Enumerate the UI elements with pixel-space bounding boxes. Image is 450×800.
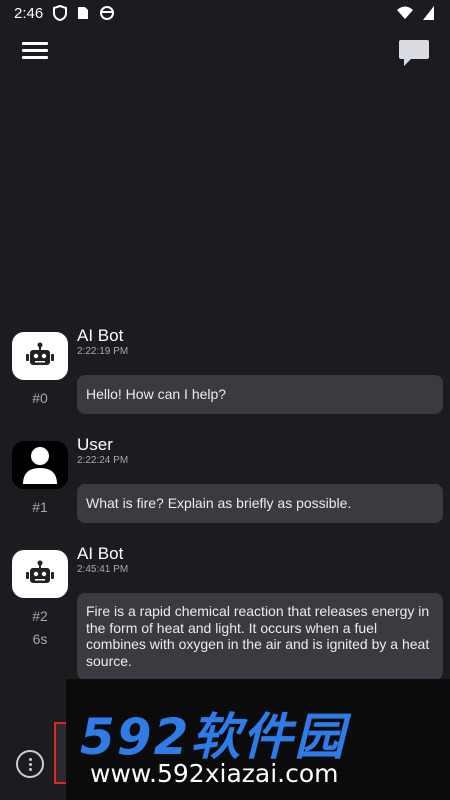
more-options-icon[interactable] <box>16 750 44 778</box>
vpn-icon <box>100 6 115 20</box>
robot-icon <box>26 342 54 365</box>
status-time: 2:46 <box>14 4 44 22</box>
user-avatar <box>12 441 68 489</box>
sim-card-icon <box>78 7 89 19</box>
hamburger-menu-icon[interactable] <box>22 42 48 62</box>
person-icon <box>23 447 57 484</box>
message-time: 2:45:41 PM <box>77 564 129 575</box>
watermark-banner: 592软件园 www.592xiazai.com <box>66 679 450 800</box>
message-bubble[interactable]: What is fire? Explain as briefly as poss… <box>77 484 443 523</box>
sender-name: AI Bot <box>77 544 124 563</box>
chat-bubble-icon[interactable] <box>398 38 430 68</box>
sender-name: User <box>77 435 113 454</box>
watermark-url: www.592xiazai.com <box>90 759 339 788</box>
message-index: #0 <box>32 390 48 406</box>
message-bubble[interactable]: Fire is a rapid chemical reaction that r… <box>77 593 443 680</box>
bot-avatar <box>12 550 68 598</box>
message-time: 2:22:24 PM <box>77 455 129 466</box>
wifi-icon <box>397 6 413 19</box>
message-bubble[interactable]: Hello! How can I help? <box>77 375 443 414</box>
shield-icon <box>53 5 68 21</box>
bot-avatar <box>12 332 68 380</box>
message-index: #1 <box>32 499 48 515</box>
response-duration: 6s <box>32 631 48 647</box>
message-time: 2:22:19 PM <box>77 346 129 357</box>
app-bar <box>0 28 450 76</box>
status-bar: 2:46 <box>0 0 450 26</box>
message-index: #2 <box>32 608 48 624</box>
robot-icon <box>26 560 54 583</box>
battery-icon <box>423 6 434 20</box>
sender-name: AI Bot <box>77 326 124 345</box>
